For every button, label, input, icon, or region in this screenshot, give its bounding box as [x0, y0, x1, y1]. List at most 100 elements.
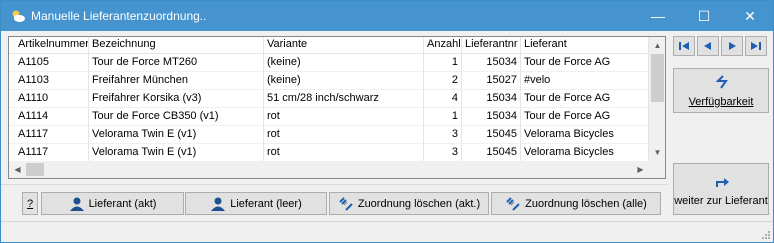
person-icon	[69, 197, 84, 211]
column-header-bezeichnung[interactable]: Bezeichnung	[89, 37, 264, 54]
unlink-icon	[339, 196, 353, 211]
help-button[interactable]: ?	[22, 192, 38, 215]
next-supplier-button[interactable]: weiter zur Lieferant	[673, 163, 769, 215]
column-header-lieferant[interactable]: Lieferant	[521, 37, 649, 54]
help-label: ?	[26, 197, 34, 210]
table-row[interactable]: A1110 Freifahrer Korsika (v3) 51 cm/28 i…	[9, 90, 649, 108]
cell-variante: rot	[264, 108, 424, 126]
cell-lieferantnr: 15034	[462, 54, 521, 72]
cell-artikelnummer: A1105	[15, 54, 89, 72]
minimize-button[interactable]: —	[635, 1, 681, 31]
previous-record-button[interactable]	[697, 36, 719, 56]
grid-header: Artikelnummer Bezeichnung Variante Anzah…	[9, 37, 649, 54]
maximize-button[interactable]: ☐	[681, 1, 727, 31]
table-row[interactable]: A1105 Tour de Force MT260 (keine) 1 1503…	[9, 54, 649, 72]
unlink-icon	[506, 196, 520, 211]
cell-anzahl: 1	[424, 108, 462, 126]
cell-variante: rot	[264, 126, 424, 144]
table-row[interactable]: A1103 Freifahrer München (keine) 2 15027…	[9, 72, 649, 90]
table-row[interactable]: A1117 Velorama Twin E (v1) rot 3 15045 V…	[9, 126, 649, 144]
scroll-up-icon[interactable]: ▲	[649, 37, 665, 54]
last-record-icon	[751, 42, 761, 50]
window-title: Manuelle Lieferantenzuordnung..	[31, 9, 207, 23]
supplier-current-button[interactable]: Lieferant (akt)	[41, 192, 184, 215]
cell-lieferant: Tour de Force AG	[521, 108, 649, 126]
table-row[interactable]: A1117 Velorama Twin E (v1) rot 3 15045 V…	[9, 144, 649, 162]
table-row[interactable]: A1114 Tour de Force CB350 (v1) rot 1 150…	[9, 108, 649, 126]
column-header-variante[interactable]: Variante	[264, 37, 424, 54]
cell-variante: (keine)	[264, 54, 424, 72]
cell-bezeichnung: Freifahrer Korsika (v3)	[89, 90, 264, 108]
cell-artikelnummer: A1110	[15, 90, 89, 108]
cell-artikelnummer: A1114	[15, 108, 89, 126]
resize-grip-icon[interactable]	[761, 230, 771, 240]
close-icon: ✕	[744, 7, 756, 24]
divider	[1, 184, 667, 185]
maximize-icon: ☐	[697, 7, 711, 24]
cell-bezeichnung: Velorama Twin E (v1)	[89, 126, 264, 144]
scroll-right-icon[interactable]: ▶	[632, 161, 649, 178]
cell-lieferant: Tour de Force AG	[521, 54, 649, 72]
app-window: Manuelle Lieferantenzuordnung.. — ☐ ✕ Ar…	[0, 0, 774, 243]
cell-artikelnummer: A1117	[15, 126, 89, 144]
previous-record-icon	[704, 42, 711, 50]
scrollbar-corner	[649, 161, 665, 178]
column-header-lieferantnr[interactable]: Lieferantnr	[462, 37, 521, 54]
cell-lieferantnr: 15045	[462, 144, 521, 162]
availability-button[interactable]: Verfügbarkeit	[673, 68, 769, 113]
scroll-left-icon[interactable]: ◀	[9, 161, 26, 178]
cell-lieferantnr: 15034	[462, 108, 521, 126]
status-bar	[1, 221, 773, 242]
supplier-empty-label: Lieferant (leer)	[230, 197, 302, 210]
cell-lieferantnr: 15027	[462, 72, 521, 90]
cell-anzahl: 2	[424, 72, 462, 90]
title-bar[interactable]: Manuelle Lieferantenzuordnung.. — ☐ ✕	[1, 1, 773, 31]
clear-all-button[interactable]: Zuordnung löschen (alle)	[491, 192, 661, 215]
next-record-icon	[729, 42, 736, 50]
horizontal-scrollbar[interactable]: ◀ ▶	[9, 161, 649, 178]
cell-lieferantnr: 15034	[462, 90, 521, 108]
cell-variante: (keine)	[264, 72, 424, 90]
clear-current-button[interactable]: Zuordnung löschen (akt.)	[329, 192, 489, 215]
supplier-empty-button[interactable]: Lieferant (leer)	[185, 192, 327, 215]
cell-variante: rot	[264, 144, 424, 162]
cell-bezeichnung: Freifahrer München	[89, 72, 264, 90]
forward-arrow-icon	[716, 178, 729, 187]
column-header-artikelnummer[interactable]: Artikelnummer	[15, 37, 89, 54]
availability-label: Verfügbarkeit	[688, 96, 754, 108]
cell-bezeichnung: Velorama Twin E (v1)	[89, 144, 264, 162]
cell-lieferant: Velorama Bicycles	[521, 144, 649, 162]
vertical-scrollbar[interactable]: ▲ ▼	[649, 37, 665, 161]
cell-artikelnummer: A1103	[15, 72, 89, 90]
horizontal-scroll-thumb[interactable]	[26, 163, 44, 176]
assignment-grid[interactable]: Artikelnummer Bezeichnung Variante Anzah…	[8, 36, 666, 179]
cell-anzahl: 1	[424, 54, 462, 72]
cell-lieferant: #velo	[521, 72, 649, 90]
cell-anzahl: 3	[424, 144, 462, 162]
scroll-down-icon[interactable]: ▼	[649, 144, 665, 161]
first-record-button[interactable]	[673, 36, 695, 56]
refresh-arrows-icon	[715, 75, 728, 89]
record-navigator	[673, 36, 769, 56]
cell-artikelnummer: A1117	[15, 144, 89, 162]
minimize-icon: —	[651, 8, 665, 24]
cell-lieferantnr: 15045	[462, 126, 521, 144]
cell-anzahl: 3	[424, 126, 462, 144]
supplier-current-label: Lieferant (akt)	[88, 197, 157, 210]
next-record-button[interactable]	[721, 36, 743, 56]
cell-lieferant: Tour de Force AG	[521, 90, 649, 108]
cell-lieferant: Velorama Bicycles	[521, 126, 649, 144]
cell-variante: 51 cm/28 inch/schwarz	[264, 90, 424, 108]
cell-anzahl: 4	[424, 90, 462, 108]
column-header-anzahl[interactable]: Anzahl	[424, 37, 462, 54]
last-record-button[interactable]	[745, 36, 767, 56]
person-icon	[211, 197, 226, 211]
vertical-scroll-thumb[interactable]	[651, 54, 664, 102]
cell-bezeichnung: Tour de Force CB350 (v1)	[89, 108, 264, 126]
first-record-icon	[679, 42, 689, 50]
next-supplier-label: weiter zur Lieferant	[674, 195, 768, 207]
cell-bezeichnung: Tour de Force MT260	[89, 54, 264, 72]
close-button[interactable]: ✕	[727, 1, 773, 31]
clear-current-label: Zuordnung löschen (akt.)	[357, 197, 481, 210]
clear-all-label: Zuordnung löschen (alle)	[525, 197, 647, 210]
